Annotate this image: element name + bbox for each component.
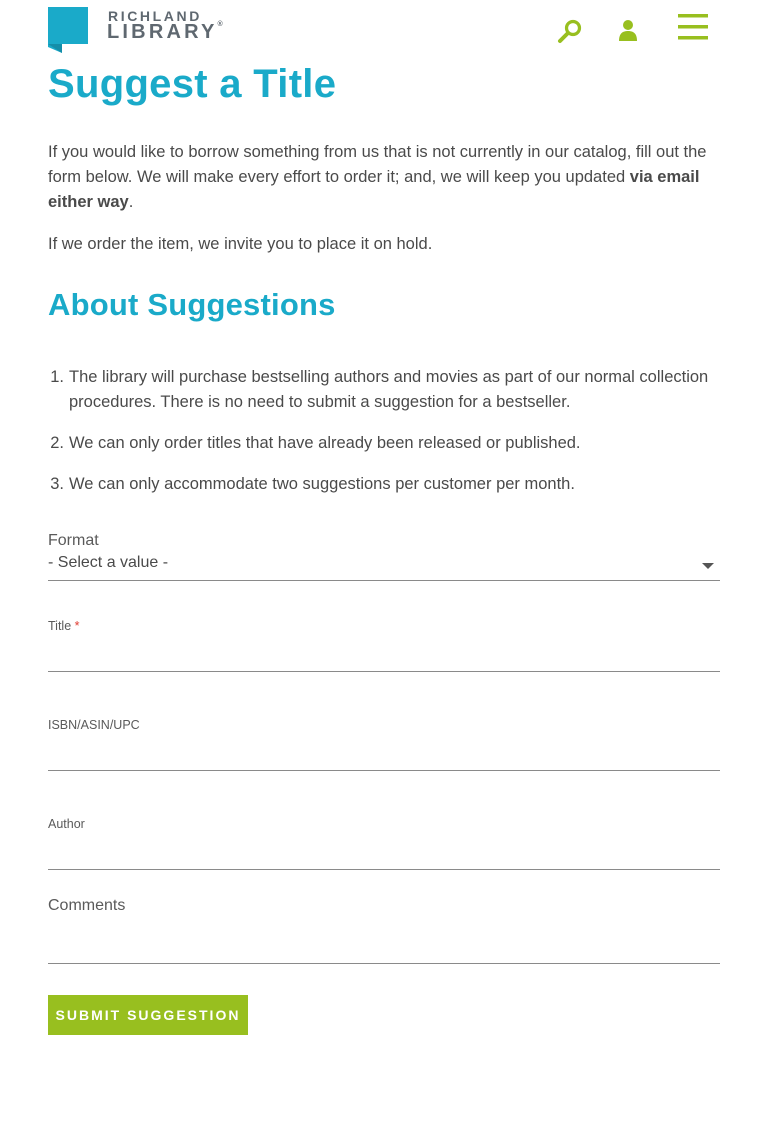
chevron-down-icon (702, 563, 714, 569)
author-label: Author (48, 817, 85, 831)
intro-paragraph: If you would like to borrow something fr… (48, 140, 720, 215)
submit-suggestion-button[interactable]: SUBMIT SUGGESTION (48, 995, 248, 1035)
title-input[interactable] (48, 642, 720, 672)
list-number: 1. (50, 368, 64, 386)
list-number: 2. (50, 434, 64, 452)
suggestion-rules-list: 1. The library will purchase bestselling … (48, 365, 741, 513)
logo-mark-icon (48, 7, 88, 53)
page-title: Suggest a Title (48, 62, 337, 106)
intro-end: . (128, 193, 134, 211)
about-heading: About Suggestions (48, 287, 336, 322)
list-text: The library will purchase bestselling au… (69, 368, 709, 411)
required-mark: * (74, 619, 80, 633)
comments-label: Comments (48, 897, 126, 914)
list-item: 3. We can only accommodate two suggestion… (50, 472, 741, 497)
intro-text: If you would like to borrow something fr… (48, 143, 707, 186)
registered-mark: ® (217, 21, 223, 28)
isbn-input[interactable] (48, 741, 720, 771)
list-text: We can only accommodate two suggestions … (69, 475, 575, 493)
hold-paragraph: If we order the item, we invite you to p… (48, 235, 433, 253)
isbn-label: ISBN/ASIN/UPC (48, 718, 140, 732)
list-number: 3. (50, 475, 64, 493)
comments-input[interactable] (48, 934, 720, 964)
user-icon[interactable] (617, 19, 639, 41)
author-input[interactable] (48, 840, 720, 870)
page: RICHLAND LIBRARY® Suggest a Title If you… (0, 0, 768, 1131)
logo-text-library: LIBRARY® (107, 21, 223, 43)
title-label: Title * (48, 619, 80, 633)
list-item: 2. We can only order titles that have alr… (50, 431, 741, 456)
format-select-value: - Select a value - (48, 554, 169, 571)
list-item: 1. The library will purchase bestselling … (50, 365, 741, 415)
list-text: We can only order titles that have alrea… (69, 434, 581, 452)
richland-library-logo[interactable]: RICHLAND LIBRARY® (48, 7, 223, 53)
search-icon[interactable] (557, 18, 583, 44)
format-label: Format (48, 532, 99, 549)
menu-icon[interactable] (678, 14, 708, 40)
format-select[interactable]: - Select a value - (48, 553, 720, 581)
